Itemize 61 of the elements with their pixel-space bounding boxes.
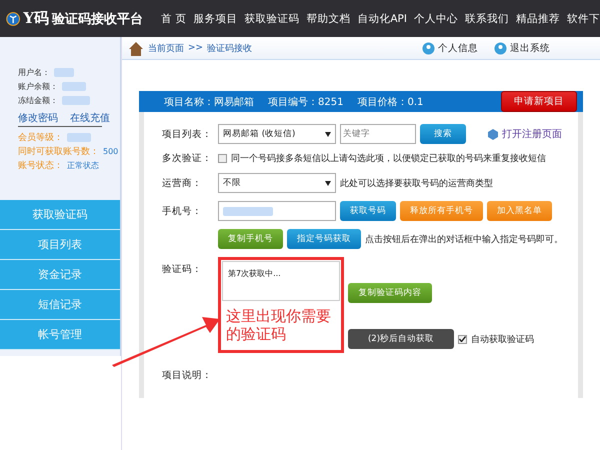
project-info: 项目编号：8251	[268, 96, 344, 108]
recharge-link[interactable]: 在线充值	[70, 111, 110, 125]
logo-mark: Y码	[23, 9, 50, 28]
phone-field[interactable]	[218, 201, 336, 221]
nav-link[interactable]: 个人中心	[414, 12, 458, 26]
keyword-field[interactable]: 关键字	[340, 124, 416, 144]
nav-link[interactable]: 服务项目	[193, 12, 238, 26]
field-label: 项目说明：	[162, 369, 213, 382]
breadcrumb-link[interactable]: 当前页面	[148, 42, 184, 54]
specify-number-hint: 点击按钮后在弹出的对话框中输入指定号码即可。	[365, 234, 563, 246]
blurred-value	[54, 68, 74, 76]
carrier-hint: 此处可以选择要获取号码的运营商类型	[340, 178, 493, 190]
logout-link[interactable]: 退出系统	[494, 42, 550, 54]
breadcrumb-separator: >>	[188, 43, 204, 53]
status-value: 正常状态	[67, 160, 99, 170]
auto-fetch-label: 自动获取验证码	[471, 334, 534, 346]
dropdown-caret-icon	[325, 132, 331, 136]
field-label: 多次验证：	[162, 152, 213, 165]
carrier-select[interactable]: 不限	[218, 173, 336, 193]
multi-verify-checkbox[interactable]	[218, 154, 227, 163]
home-icon	[128, 40, 144, 56]
nav-link[interactable]: 首 页	[161, 12, 186, 26]
cube-icon	[488, 128, 498, 140]
account-label: 用户名：	[18, 66, 50, 78]
status-label: 同时可获取账号数：	[18, 146, 99, 158]
project-info: 项目价格：0.1	[357, 96, 424, 108]
nav-link[interactable]: 软件下	[567, 12, 600, 26]
open-register-link[interactable]: 打开注册页面	[502, 127, 562, 141]
field-label: 项目列表：	[162, 128, 213, 140]
nav-link[interactable]: 精品推荐	[516, 12, 560, 26]
auto-fetch-checkbox[interactable]	[458, 334, 467, 344]
blurred-value	[62, 96, 90, 104]
code-output-field[interactable]: 第7次获取中...	[222, 261, 340, 301]
new-project-button[interactable]: 申请新项目	[501, 91, 577, 112]
nav-link[interactable]: 帮助文档	[306, 12, 350, 26]
user-icon	[422, 42, 435, 54]
site-title: 验证码接收平台	[52, 10, 144, 28]
project-select[interactable]: 网易邮箱 (收短信)	[218, 124, 336, 144]
nav-link[interactable]: 联系我们	[465, 12, 509, 26]
field-label: 手机号：	[162, 204, 203, 218]
blurred-value	[67, 132, 91, 142]
blurred-value	[62, 82, 86, 90]
nav-link[interactable]: 自动化API	[357, 12, 407, 26]
change-password-link[interactable]: 修改密码	[18, 111, 58, 125]
dropdown-caret-icon	[325, 180, 331, 186]
field-label: 验证码：	[162, 263, 203, 276]
multi-verify-text: 同一个号码接多条短信以上请勾选此项，以便锁定已获取的号码来重复接收短信	[231, 152, 546, 165]
checkmark-icon	[459, 336, 466, 342]
status-label: 账号状态：	[18, 160, 63, 172]
account-label: 冻结金额：	[18, 94, 58, 106]
countdown-button[interactable]: (2)秒后自动获取	[348, 329, 454, 349]
profile-link[interactable]: 个人信息	[422, 42, 478, 54]
status-label: 会员等级：	[18, 132, 63, 144]
status-value: 500	[103, 146, 118, 156]
field-label: 运营商：	[162, 176, 203, 190]
breadcrumb-current: 验证码接收	[207, 42, 252, 54]
nav-link[interactable]: 获取验证码	[244, 12, 300, 26]
logout-icon	[494, 42, 507, 54]
project-info: 项目名称：网易邮箱	[164, 96, 254, 108]
account-label: 账户余额：	[18, 80, 58, 92]
annotation-text: 这里出现你需要的验证码	[225, 307, 332, 345]
